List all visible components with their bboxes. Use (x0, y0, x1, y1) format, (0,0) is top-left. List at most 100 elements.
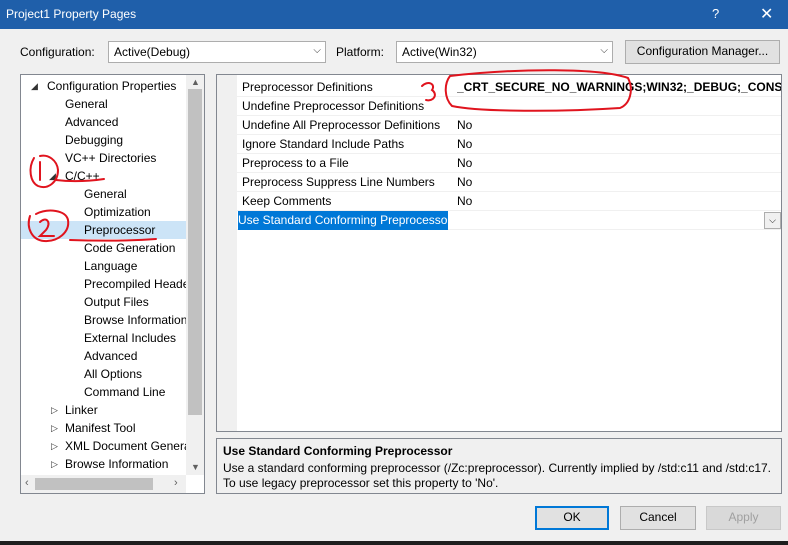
property-value[interactable]: No (457, 154, 781, 173)
tree-item-label: Linker (65, 403, 98, 417)
chevron-down-icon: ⌵ (313, 45, 321, 56)
property-value[interactable]: No (457, 192, 781, 211)
property-name: Preprocess to a File (242, 156, 349, 170)
tree-item[interactable]: All Options (21, 365, 186, 383)
tree-item[interactable]: Debugging (21, 131, 186, 149)
property-value[interactable] (457, 97, 781, 116)
property-value[interactable] (457, 211, 781, 230)
property-row[interactable]: Preprocess to a File No (217, 154, 781, 173)
tree-item-label: General (65, 97, 108, 111)
tree-scroll-thumb[interactable] (188, 89, 202, 415)
tree-item-label: Preprocessor (84, 223, 156, 237)
property-row[interactable]: Ignore Standard Include Paths No (217, 135, 781, 154)
tree-item[interactable]: ◢ Configuration Properties (21, 77, 186, 95)
tree-item[interactable]: Code Generation (21, 239, 186, 257)
ok-button[interactable]: OK (535, 506, 609, 530)
platform-value: Active(Win32) (402, 45, 477, 59)
cancel-button[interactable]: Cancel (620, 506, 696, 530)
property-value[interactable]: _CRT_SECURE_NO_WARNINGS;WIN32;_DEBUG;_CO… (457, 78, 781, 97)
property-value[interactable]: No (457, 173, 781, 192)
title-bar: Project1 Property Pages ? ✕ (0, 0, 788, 29)
tree-hscroll-thumb[interactable] (35, 478, 153, 490)
tree-item[interactable]: External Includes (21, 329, 186, 347)
tree-item-label: Optimization (84, 205, 151, 219)
tree-item-label: Browse Information (84, 313, 188, 327)
tree-item-label: Debugging (65, 133, 124, 147)
tree-horizontal-scrollbar[interactable]: ‹ › (21, 475, 186, 493)
tree-item-label: Manifest Tool (65, 421, 136, 435)
platform-dropdown[interactable]: Active(Win32) ⌵ (396, 41, 613, 63)
apply-button[interactable]: Apply (706, 506, 781, 530)
scroll-up-icon[interactable]: ▲ (191, 77, 200, 87)
property-row[interactable]: Preprocessor Definitions _CRT_SECURE_NO_W… (217, 78, 781, 97)
tree-vertical-scrollbar[interactable]: ▲ ▼ (186, 75, 204, 475)
scroll-right-icon[interactable]: › (174, 477, 178, 489)
tree-item-label: Language (84, 259, 138, 273)
configuration-manager-button[interactable]: Configuration Manager... (625, 40, 780, 64)
property-grid: Preprocessor Definitions _CRT_SECURE_NO_W… (216, 74, 782, 432)
tree-item[interactable]: General (21, 185, 186, 203)
tree-item[interactable]: VC++ Directories (21, 149, 186, 167)
description-panel: Use Standard Conforming Preprocessor Use… (216, 438, 782, 494)
tree-item-label: Code Generation (84, 241, 176, 255)
description-heading: Use Standard Conforming Preprocessor (223, 444, 453, 458)
tree-item-label: Advanced (65, 115, 119, 129)
tree-item[interactable]: ◢ C/C++ (21, 167, 186, 185)
property-pages-dialog: Project1 Property Pages ? ✕ Configuratio… (0, 0, 788, 541)
scroll-down-icon[interactable]: ▼ (191, 462, 200, 472)
expand-arrow-icon[interactable]: ▷ (51, 455, 58, 473)
tree-item[interactable]: General (21, 95, 186, 113)
tree-item-label: All Options (84, 367, 143, 381)
tree-item[interactable]: Precompiled Heade (21, 275, 190, 293)
configuration-value: Active(Debug) (114, 45, 191, 59)
collapse-arrow-icon[interactable]: ◢ (31, 77, 38, 95)
property-name: Ignore Standard Include Paths (242, 137, 405, 151)
property-row[interactable]: Undefine All Preprocessor Definitions No (217, 116, 781, 135)
tree-item-label: Precompiled Heade (84, 277, 190, 291)
tree-item-label: Configuration Properties (47, 79, 177, 93)
platform-label: Platform: (336, 45, 385, 59)
property-name: Undefine All Preprocessor Definitions (242, 118, 441, 132)
property-name: Preprocessor Definitions (242, 80, 373, 94)
tree-item[interactable]: Advanced (21, 347, 186, 365)
description-text: Use a standard conforming preprocessor (… (223, 461, 772, 490)
expand-arrow-icon[interactable]: ▷ (51, 419, 58, 437)
tree-item[interactable]: Advanced (21, 113, 186, 131)
tree-item[interactable]: ▷ Browse Information (21, 455, 186, 473)
configuration-dropdown[interactable]: Active(Debug) ⌵ (108, 41, 326, 63)
tree-item[interactable]: ▷ Linker (21, 401, 186, 419)
help-icon[interactable]: ? (712, 6, 719, 21)
tree-item[interactable]: Optimization (21, 203, 186, 221)
tree-item[interactable]: Browse Information (21, 311, 188, 329)
tree-item[interactable]: Command Line (21, 383, 186, 401)
chevron-down-icon: ⌵ (600, 45, 608, 56)
property-name: Preprocess Suppress Line Numbers (242, 175, 435, 189)
tree-item[interactable]: ▷ XML Document Genera (21, 437, 191, 455)
tree-item-label: External Includes (84, 331, 177, 345)
tree-item[interactable]: ▷ Manifest Tool (21, 419, 186, 437)
property-value[interactable]: No (457, 135, 781, 154)
property-row[interactable]: Keep Comments No (217, 192, 781, 211)
tree-item[interactable]: Output Files (21, 293, 186, 311)
collapse-arrow-icon[interactable]: ◢ (49, 167, 56, 185)
property-row[interactable]: Preprocess Suppress Line Numbers No (217, 173, 781, 192)
window-title: Project1 Property Pages (6, 7, 137, 21)
expand-arrow-icon[interactable]: ▷ (51, 437, 58, 455)
scroll-left-icon[interactable]: ‹ (25, 477, 29, 489)
tree-item-label: Command Line (84, 385, 166, 399)
tree-item-label: XML Document Genera (65, 439, 191, 453)
chevron-down-icon[interactable]: ⌵ (764, 212, 781, 229)
tree-item[interactable]: Preprocessor (21, 221, 186, 239)
property-value[interactable]: No (457, 116, 781, 135)
tree-item-label: General (84, 187, 127, 201)
tree-item-label: Advanced (84, 349, 138, 363)
expand-arrow-icon[interactable]: ▷ (51, 401, 58, 419)
tree-item-label: C/C++ (65, 169, 100, 183)
property-row[interactable]: Undefine Preprocessor Definitions (217, 97, 781, 116)
tree-item-label: Output Files (84, 295, 149, 309)
configuration-label: Configuration: (20, 45, 95, 59)
tree-item[interactable]: Language (21, 257, 186, 275)
property-row[interactable]: Use Standard Conforming Preprocessor ⌵ (217, 211, 781, 230)
tree-item-label: VC++ Directories (65, 151, 157, 165)
close-icon[interactable]: ✕ (760, 4, 773, 24)
